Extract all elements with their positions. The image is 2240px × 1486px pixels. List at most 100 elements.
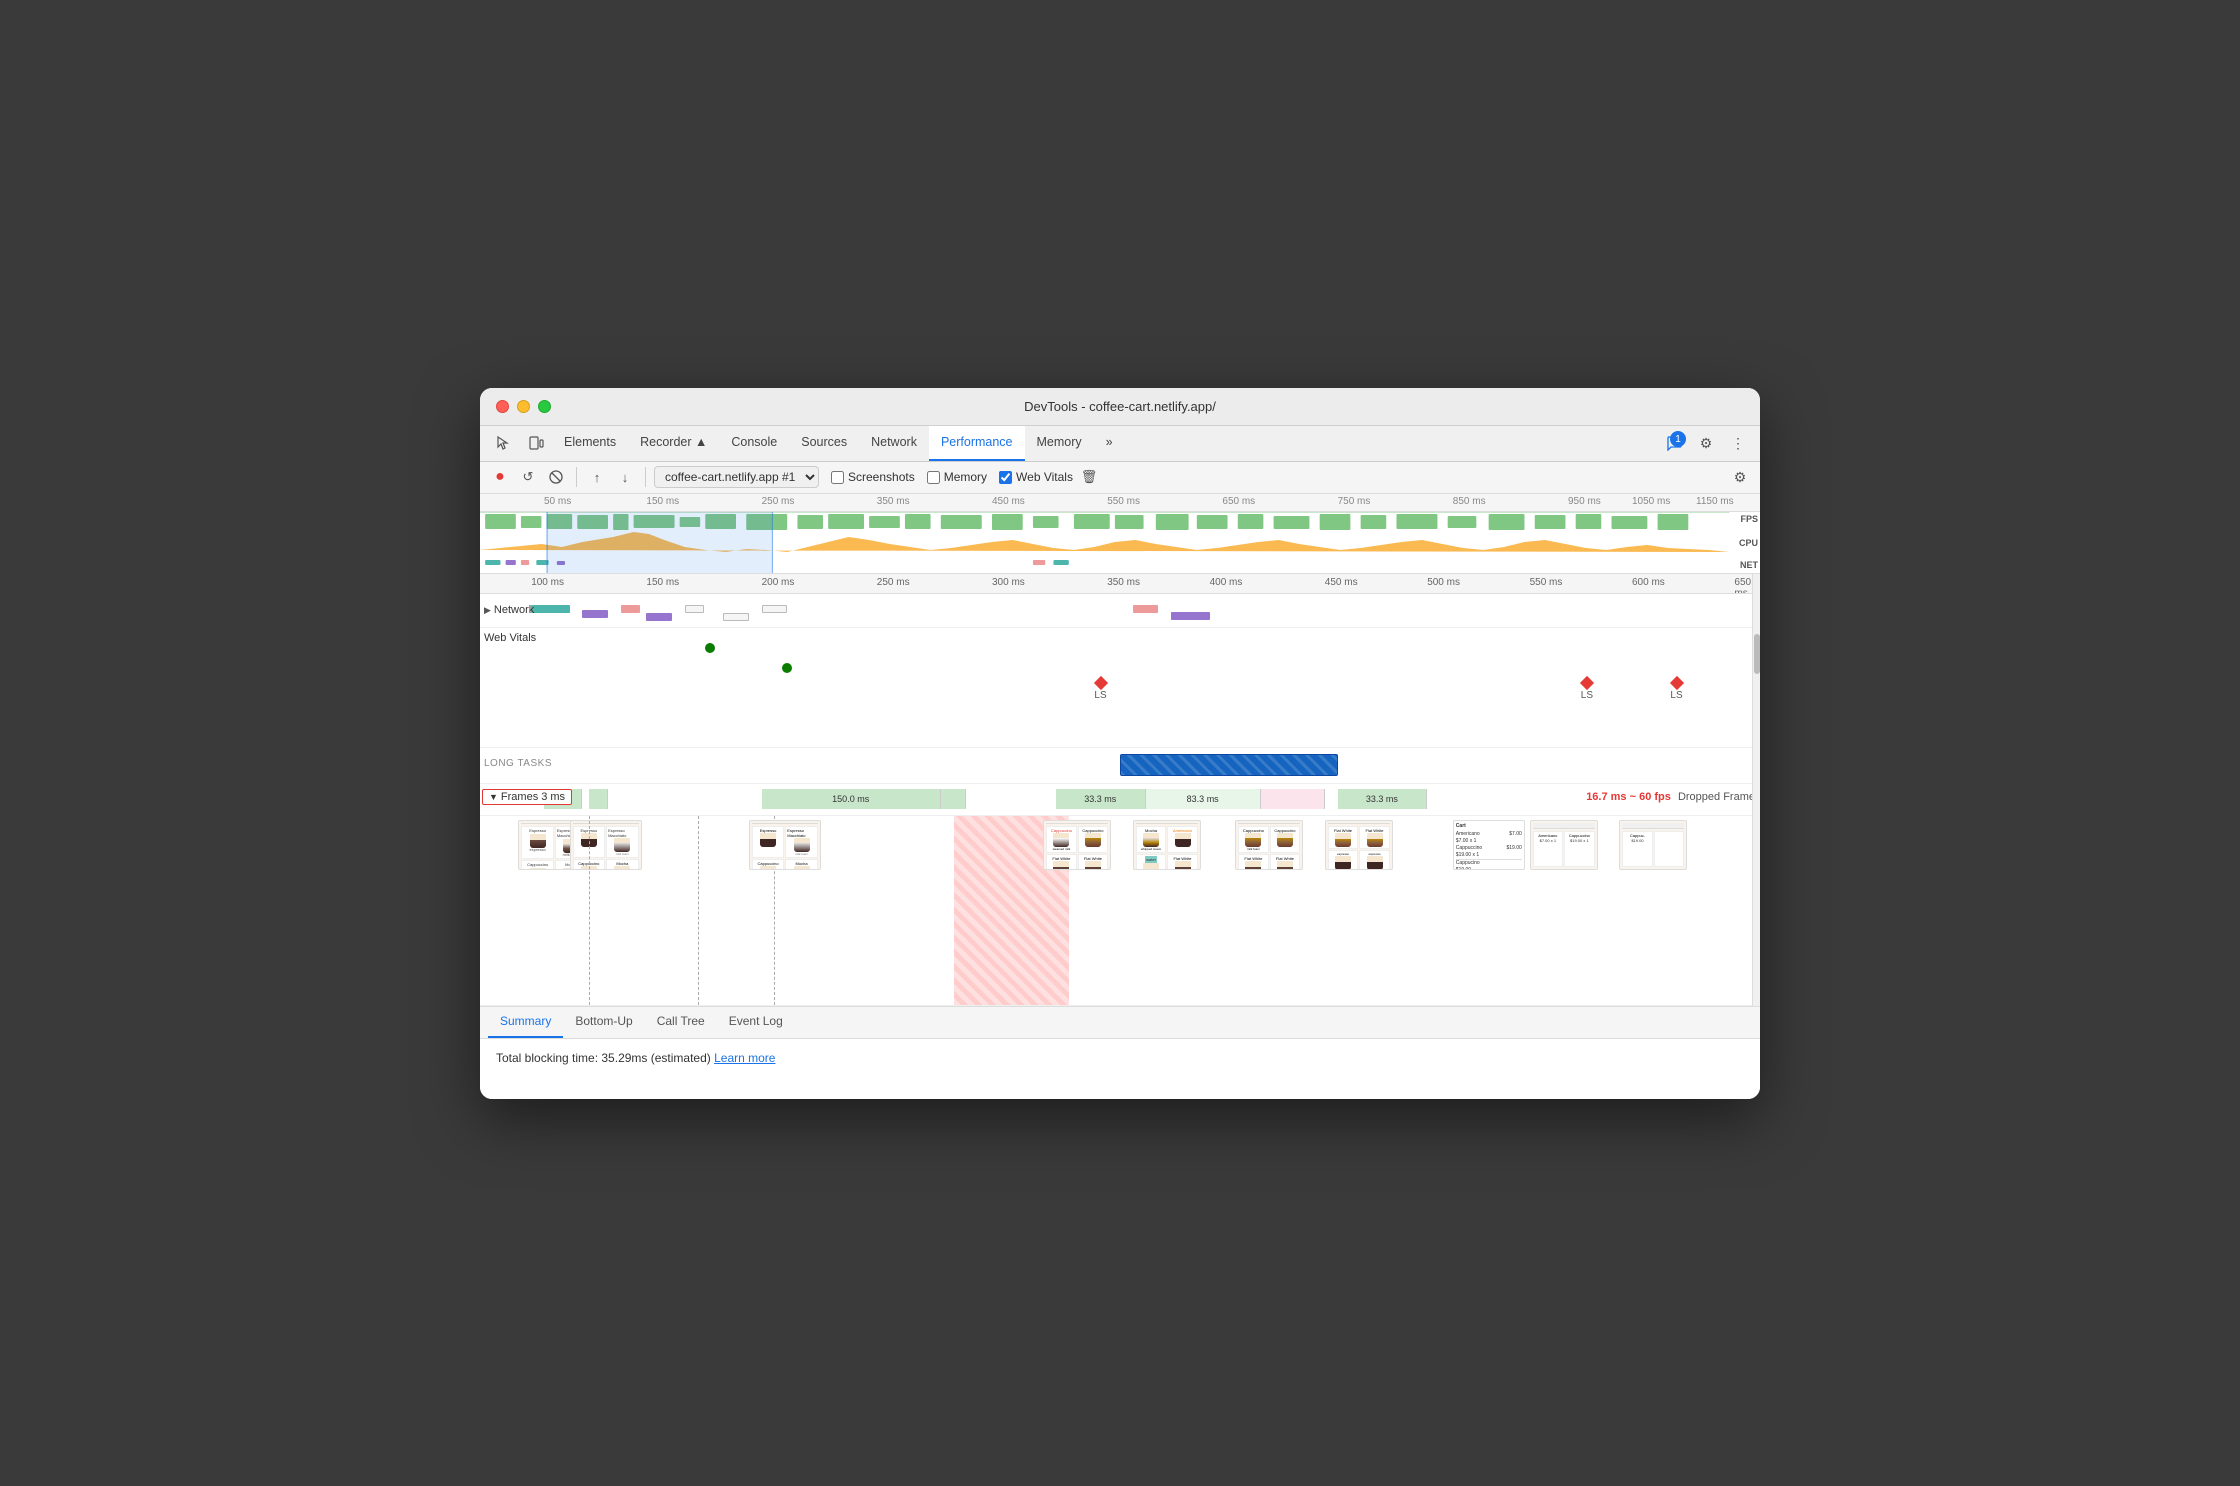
cursor-icon[interactable] — [488, 427, 520, 459]
memory-label: Memory — [944, 470, 987, 484]
maximize-button[interactable] — [538, 400, 551, 413]
frame-seg-3: 150.0 ms — [762, 789, 941, 809]
wv-dot-1 — [705, 643, 715, 653]
blocking-time-text: Total blocking time: 35.29ms (estimated) — [496, 1051, 711, 1065]
timeline-scrollbar[interactable] — [1752, 574, 1760, 1006]
webvitals-checkbox[interactable] — [999, 471, 1012, 484]
tab-memory[interactable]: Memory — [1025, 425, 1094, 461]
timeline-overview[interactable]: 50 ms 150 ms 250 ms 350 ms 450 ms 550 ms… — [480, 494, 1760, 574]
tab-network[interactable]: Network — [859, 425, 929, 461]
bottom-tabs: Summary Bottom-Up Call Tree Event Log — [480, 1007, 1760, 1039]
tick-1050ms: 1050 ms — [1632, 496, 1670, 507]
minimize-button[interactable] — [517, 400, 530, 413]
screenshot-7: Flat White Flat White espresso — [1325, 820, 1393, 870]
record-button[interactable]: ● — [488, 465, 512, 489]
memory-checkbox[interactable] — [927, 471, 940, 484]
long-tasks-label: LONG TASKS — [484, 758, 552, 769]
screenshot-3: Espresso Espresso Macchiato milk foam Ca… — [749, 820, 821, 870]
tick-750ms: 750 ms — [1338, 496, 1371, 507]
screenshot-8: Americano $7.00 x 1 Cappuccino $19.00 x … — [1530, 820, 1598, 870]
title-bar: DevTools - coffee-cart.netlify.app/ — [480, 388, 1760, 426]
timeline-main: 100 ms 150 ms 200 ms 250 ms 300 ms 350 m… — [480, 574, 1760, 1007]
profile-select[interactable]: coffee-cart.netlify.app #1 — [654, 466, 819, 488]
main-tick-550ms: 550 ms — [1530, 577, 1563, 588]
tick-250ms: 250 ms — [762, 496, 795, 507]
frame-seg-7 — [1261, 789, 1325, 809]
main-tick-300ms: 300 ms — [992, 577, 1025, 588]
frame-boundary-2 — [698, 816, 699, 1005]
webvitals-label: Web Vitals — [1016, 470, 1073, 484]
overview-svg — [480, 512, 1760, 574]
frame-seg-2 — [589, 789, 608, 809]
overview-ruler: 50 ms 150 ms 250 ms 350 ms 450 ms 550 ms… — [480, 494, 1760, 512]
chat-button[interactable]: 1 — [1660, 429, 1688, 457]
net-item-3 — [621, 605, 640, 613]
clear-button[interactable] — [544, 465, 568, 489]
tick-50ms: 50 ms — [544, 496, 571, 507]
main-tick-250ms: 250 ms — [877, 577, 910, 588]
tab-summary[interactable]: Summary — [488, 1006, 563, 1038]
devtools-window: DevTools - coffee-cart.netlify.app/ Elem… — [480, 388, 1760, 1099]
main-tick-600ms: 600 ms — [1632, 577, 1665, 588]
frame-seg-4 — [941, 789, 967, 809]
tab-bottom-up[interactable]: Bottom-Up — [563, 1006, 644, 1038]
long-tasks-track: LONG TASKS — [480, 748, 1760, 784]
ls-diamond-1 — [1093, 675, 1107, 689]
tab-sources[interactable]: Sources — [789, 425, 859, 461]
chat-badge: 1 — [1670, 431, 1686, 447]
tab-elements[interactable]: Elements — [552, 425, 628, 461]
dropped-frame-suffix: Dropped Frame — [1678, 791, 1755, 803]
tab-recorder[interactable]: Recorder ▲ — [628, 425, 719, 461]
screenshot-2: Espresso Espresso Macchiato milk foam Ca… — [570, 820, 642, 870]
long-task-1 — [1120, 754, 1338, 776]
screenshots-label: Screenshots — [848, 470, 915, 484]
scrollbar-thumb[interactable] — [1754, 634, 1760, 674]
delete-profile-button[interactable]: 🗑 — [1077, 465, 1101, 489]
screenshots-track: Espresso espresso Espresso Macchiato mil… — [480, 816, 1760, 1006]
main-tick-150ms: 150 ms — [646, 577, 679, 588]
ls-marker-1: LS — [1094, 678, 1106, 701]
webvitals-toggle: Web Vitals — [999, 470, 1073, 484]
device-toolbar-icon[interactable] — [520, 427, 552, 459]
refresh-record-button[interactable]: ↺ — [516, 465, 540, 489]
main-tick-500ms: 500 ms — [1427, 577, 1460, 588]
main-tick-350ms: 350 ms — [1107, 577, 1140, 588]
tab-call-tree[interactable]: Call Tree — [645, 1006, 717, 1038]
tab-performance[interactable]: Performance — [929, 425, 1025, 461]
web-vitals-label: Web Vitals — [484, 632, 536, 644]
devtools-tab-bar: Elements Recorder ▲ Console Sources Netw… — [480, 426, 1760, 462]
main-tick-450ms: 450 ms — [1325, 577, 1358, 588]
tab-actions: 1 ⚙ ⋮ — [1660, 429, 1752, 457]
learn-more-link[interactable]: Learn more — [714, 1051, 775, 1065]
tab-console[interactable]: Console — [719, 425, 789, 461]
settings-button[interactable]: ⚙ — [1692, 429, 1720, 457]
summary-area: Total blocking time: 35.29ms (estimated)… — [480, 1039, 1760, 1099]
screenshot-6: Cappuccino milk foam Cappuccino Flat Whi… — [1235, 820, 1303, 870]
fps-text: 16.7 ms ~ 60 fps — [1586, 791, 1671, 803]
window-title: DevTools - coffee-cart.netlify.app/ — [1024, 399, 1216, 414]
frames-time: 3 ms — [541, 791, 565, 803]
perf-toolbar: ● ↺ ↑ ↓ coffee-cart.netlify.app #1 Scree… — [480, 462, 1760, 494]
close-button[interactable] — [496, 400, 509, 413]
screenshots-checkbox[interactable] — [831, 471, 844, 484]
fps-label: FPS — [1740, 514, 1758, 524]
net-item-2 — [582, 610, 608, 618]
main-tick-100ms: 100 ms — [531, 577, 564, 588]
tick-450ms: 450 ms — [992, 496, 1025, 507]
frame-seg-5: 33.3 ms — [1056, 789, 1146, 809]
net-item-9 — [1171, 612, 1209, 620]
more-options-button[interactable]: ⋮ — [1724, 429, 1752, 457]
main-timeline-ruler: 100 ms 150 ms 200 ms 250 ms 300 ms 350 m… — [480, 574, 1760, 594]
upload-button[interactable]: ↑ — [585, 465, 609, 489]
download-button[interactable]: ↓ — [613, 465, 637, 489]
tick-650ms: 650 ms — [1222, 496, 1255, 507]
net-item-5 — [685, 605, 704, 613]
ls-marker-3: LS — [1670, 678, 1682, 701]
tab-more[interactable]: » — [1094, 425, 1125, 461]
separator-2 — [645, 467, 646, 487]
screenshot-4: Cappuccino steamed milk Cappuccino Flat … — [1043, 820, 1111, 870]
frame-seg-8: 33.3 ms — [1338, 789, 1428, 809]
tab-event-log[interactable]: Event Log — [717, 1006, 795, 1038]
screenshot-cart: Cart Americano$7.00 $7.00 x 1 Cappuccino… — [1453, 820, 1525, 870]
toolbar-settings-icon[interactable]: ⚙ — [1728, 465, 1752, 489]
